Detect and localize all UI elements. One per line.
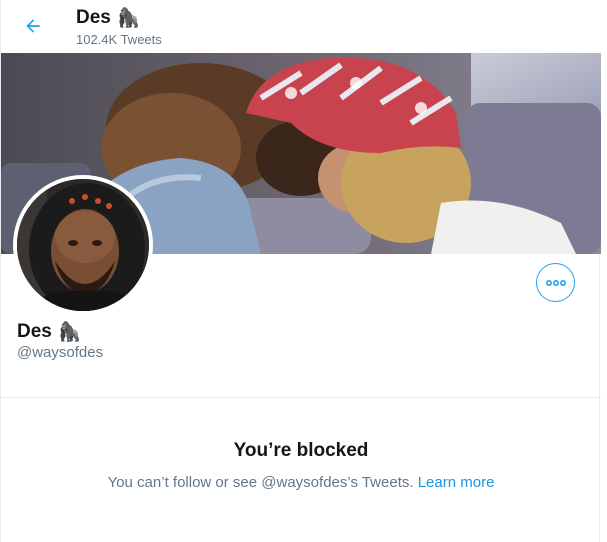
back-button[interactable] [19,12,47,40]
tweet-count: 102.4K Tweets [76,32,162,47]
section-divider [1,397,601,398]
header-title: Des 🦍 [76,6,141,30]
profile-page: Des 🦍 102.4K Tweets Des 🦍 @waysofdes You… [0,0,601,542]
top-header: Des 🦍 102.4K Tweets [1,0,601,53]
blocked-message-text: You can’t follow or see @waysofdes’s Twe… [107,474,414,491]
blocked-message: You can’t follow or see @waysofdes’s Twe… [1,474,601,491]
learn-more-link[interactable]: Learn more [418,474,495,491]
profile-avatar[interactable] [13,175,153,315]
gorilla-emoji-icon: 🦍 [116,8,141,29]
blocked-title: You’re blocked [233,440,369,461]
display-name: Des 🦍 [17,320,82,344]
arrow-left-icon [26,19,40,33]
gorilla-emoji-icon: 🦍 [57,322,82,343]
header-name: Des [76,7,111,28]
more-options-icon [545,279,566,286]
avatar-photo [17,179,149,311]
more-options-button[interactable] [536,263,575,302]
user-handle: @waysofdes [17,344,104,361]
display-name-text: Des [17,321,52,342]
